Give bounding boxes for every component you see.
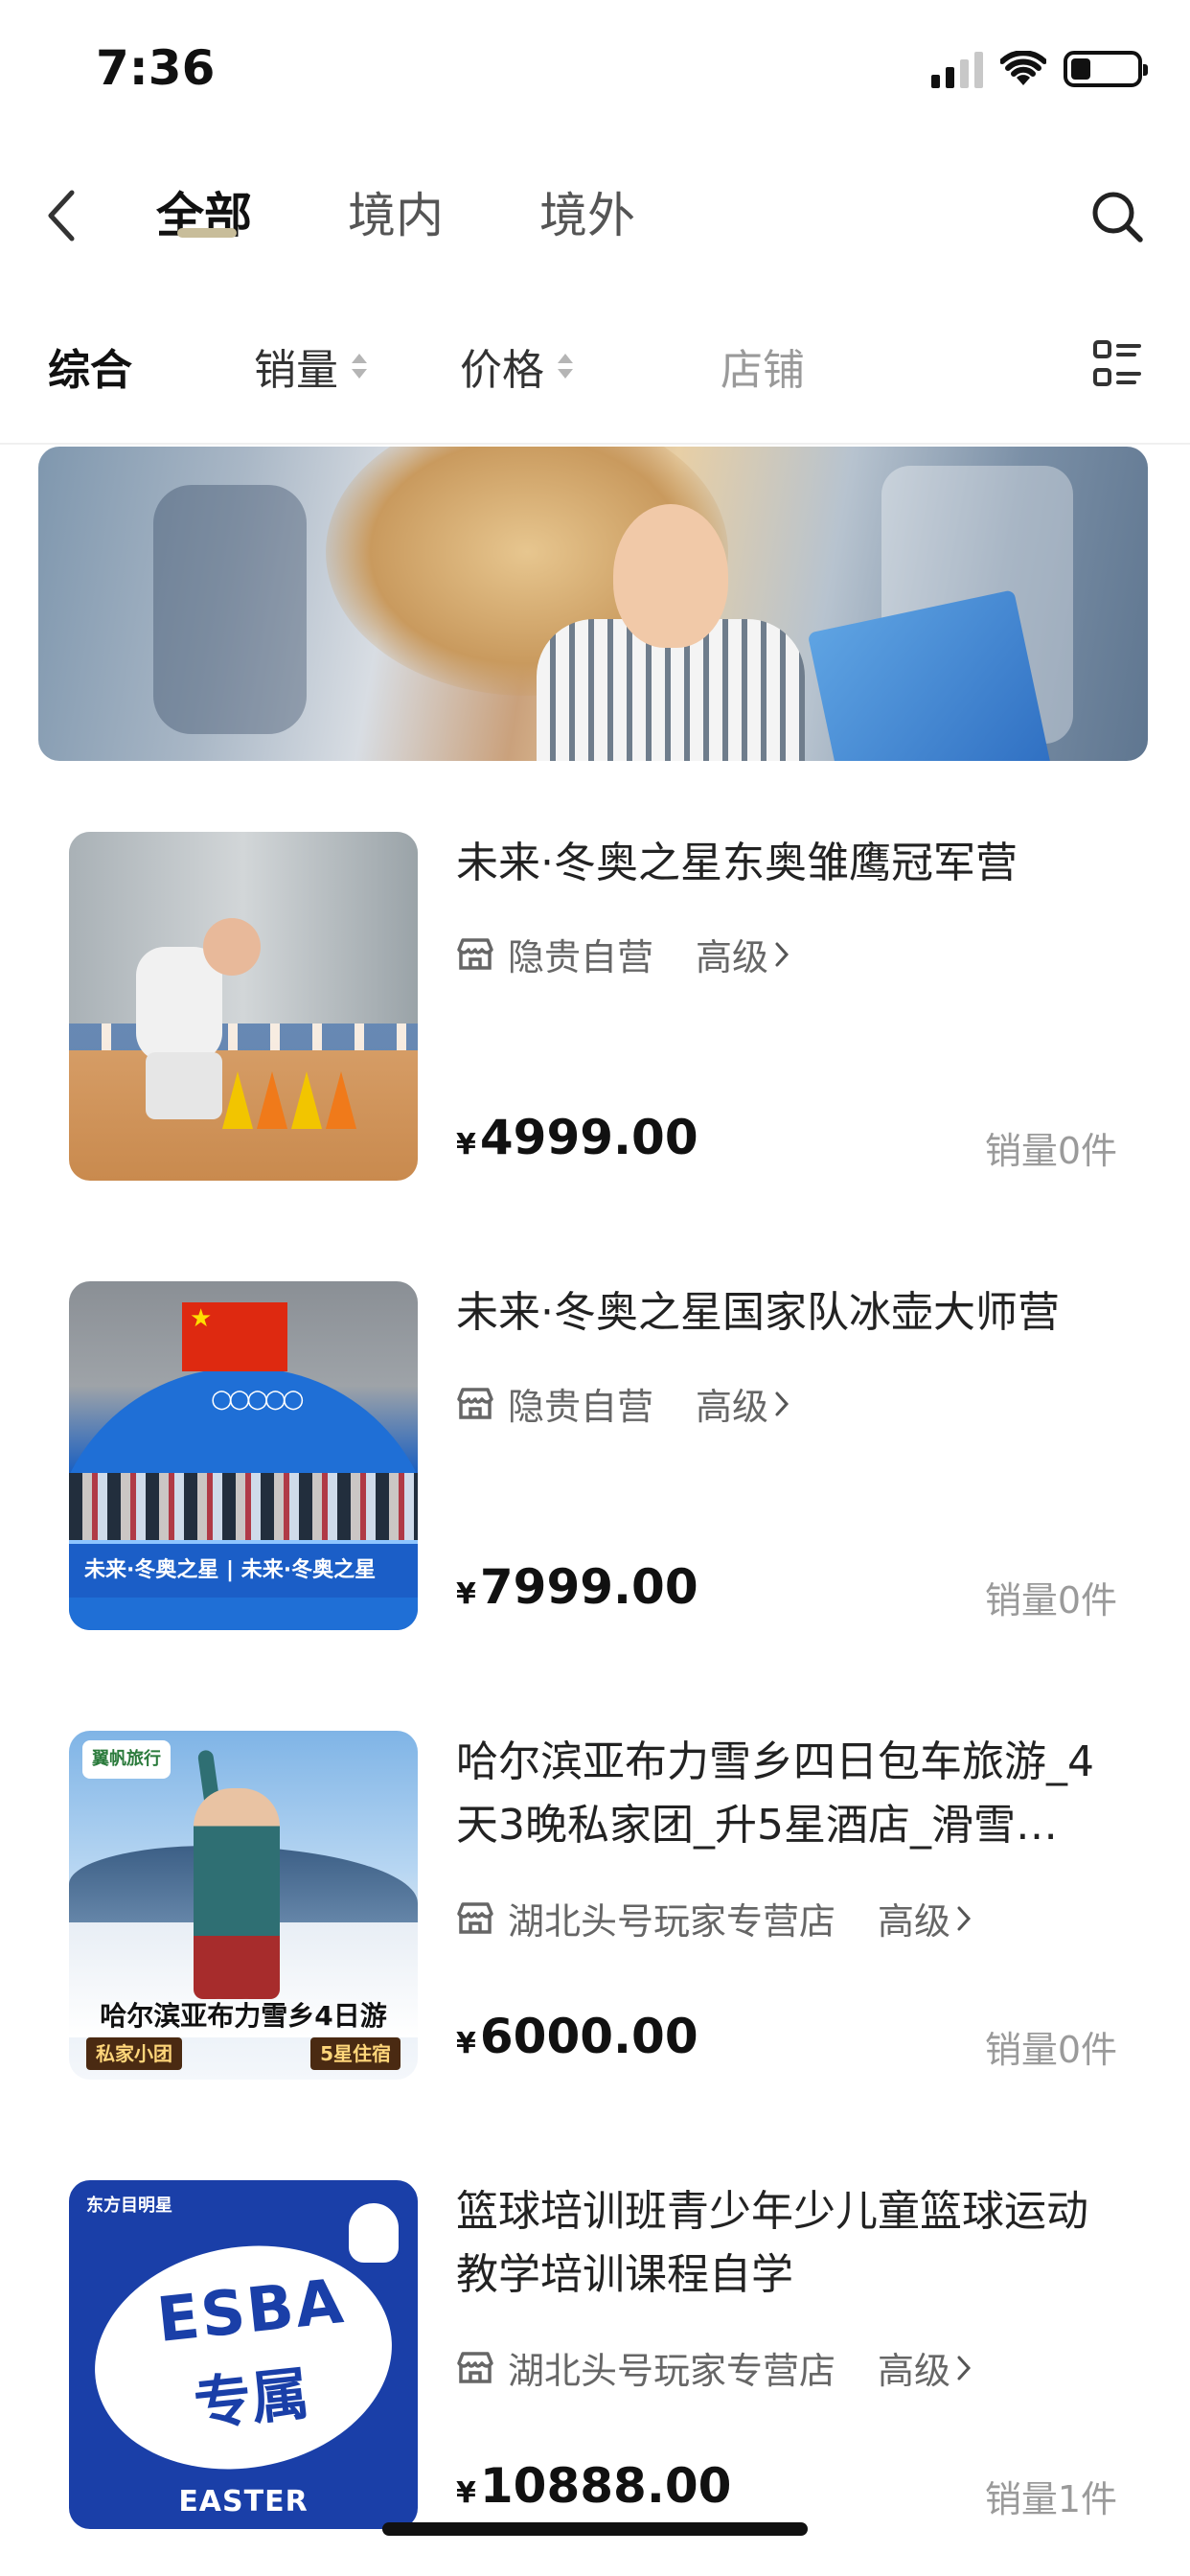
- status-time: 7:36: [96, 40, 216, 96]
- product-title[interactable]: 未来·冬奥之星国家队冰壶大师营: [456, 1281, 1127, 1345]
- currency-symbol: ¥: [456, 2027, 476, 2060]
- shop-level-label: 高级: [696, 1386, 769, 1428]
- sort-store[interactable]: 店铺: [721, 335, 805, 397]
- battery-icon: [1064, 51, 1148, 87]
- wifi-icon: [1000, 51, 1046, 85]
- shop-level-label: 高级: [696, 936, 769, 978]
- store-icon: [457, 1387, 493, 1419]
- product-price: ¥ 7999.00: [456, 1559, 698, 1615]
- list-layout-icon[interactable]: [1092, 339, 1142, 389]
- image-tag: 5星住宿: [310, 2037, 400, 2070]
- shop-name: 隐贵自营: [508, 1386, 654, 1428]
- promo-banner[interactable]: [38, 447, 1148, 761]
- sort-store-label: 店铺: [721, 346, 805, 395]
- sort-price-label: 价格: [460, 346, 544, 395]
- image-footer-text: EASTER: [178, 2485, 309, 2518]
- chevron-right-icon: [775, 942, 790, 966]
- tab-all[interactable]: 全部: [156, 182, 252, 249]
- chevron-right-icon: [775, 1392, 790, 1415]
- sort-bar: 综合 销量 价格 店铺: [0, 316, 1190, 412]
- product-image[interactable]: ○○○○○ 未来·冬奥之星 | 未来·冬奥之星: [69, 1281, 418, 1630]
- shop-row[interactable]: 湖北头号玩家专营店 高级: [456, 2341, 972, 2394]
- back-button[interactable]: [36, 182, 84, 249]
- status-icons: [931, 50, 1148, 88]
- product-price: ¥ 4999.00: [456, 1110, 698, 1165]
- product-title[interactable]: 未来·冬奥之星东奥雏鹰冠军营: [456, 832, 1127, 895]
- chevron-left-icon: [48, 190, 75, 242]
- home-indicator[interactable]: [382, 2522, 808, 2536]
- active-tab-indicator: [177, 228, 237, 238]
- store-icon: [457, 937, 493, 970]
- sort-sales[interactable]: 销量: [254, 335, 367, 397]
- product-image[interactable]: 东方目明星 ESBA 专属 EASTER: [69, 2180, 418, 2529]
- product-card[interactable]: ○○○○○ 未来·冬奥之星 | 未来·冬奥之星 未来·冬奥之星国家队冰壶大师营 …: [0, 1281, 1190, 1665]
- chevron-right-icon: [957, 2356, 972, 2380]
- shop-level-label: 高级: [878, 2350, 951, 2392]
- currency-symbol: ¥: [456, 1128, 476, 1162]
- chevron-right-icon: [957, 1906, 972, 1930]
- shop-name: 湖北头号玩家专营店: [508, 2350, 836, 2392]
- sort-comprehensive[interactable]: 综合: [48, 335, 132, 397]
- shop-level-label: 高级: [878, 1900, 951, 1943]
- product-image[interactable]: [69, 832, 418, 1181]
- currency-symbol: ¥: [456, 2476, 476, 2510]
- shop-row[interactable]: 隐贵自营 高级: [456, 1377, 790, 1430]
- store-icon: [457, 2351, 493, 2383]
- price-value: 7999.00: [479, 1559, 698, 1615]
- shop-row[interactable]: 隐贵自营 高级: [456, 928, 790, 980]
- tab-overseas-label: 境外: [539, 188, 635, 243]
- image-tag: 私家小团: [86, 2037, 182, 2070]
- product-title[interactable]: 篮球培训班青少年少儿童篮球运动教学培训课程自学: [456, 2180, 1127, 2307]
- shop-level[interactable]: 高级: [696, 1377, 790, 1430]
- shop-name: 湖北头号玩家专营店: [508, 1900, 836, 1943]
- top-nav: 全部 境内 境外: [0, 144, 1190, 288]
- shop-level[interactable]: 高级: [878, 2341, 972, 2394]
- sales-count: 销量1件: [984, 2478, 1117, 2520]
- tab-overseas[interactable]: 境外: [539, 182, 635, 249]
- olympic-rings-icon: ○○○○○: [211, 1385, 304, 1414]
- cellular-signal-icon: [931, 50, 983, 88]
- price-value: 6000.00: [479, 2009, 698, 2064]
- sort-arrows-icon: [558, 354, 573, 379]
- product-price: ¥ 6000.00: [456, 2009, 698, 2064]
- image-caption: 哈尔滨亚布力雪乡4日游: [100, 2000, 387, 2032]
- product-card[interactable]: 东方目明星 ESBA 专属 EASTER 篮球培训班青少年少儿童篮球运动教学培训…: [0, 2180, 1190, 2564]
- brand-logo: 东方目明星: [86, 2196, 172, 2216]
- search-button[interactable]: [1083, 182, 1152, 251]
- sort-arrows-icon: [352, 354, 367, 379]
- tab-domestic[interactable]: 境内: [348, 182, 444, 249]
- divider: [0, 443, 1190, 445]
- status-bar: 7:36: [0, 0, 1190, 144]
- flag-icon: [182, 1302, 287, 1371]
- sales-count: 销量0件: [984, 2029, 1117, 2071]
- shop-level[interactable]: 高级: [878, 1892, 972, 1944]
- sort-price[interactable]: 价格: [460, 335, 573, 397]
- product-card[interactable]: 翼帆旅行 哈尔滨亚布力雪乡4日游 私家小团 5星住宿 哈尔滨亚布力雪乡四日包车旅…: [0, 1731, 1190, 2114]
- tab-domestic-label: 境内: [348, 188, 444, 243]
- product-image[interactable]: 翼帆旅行 哈尔滨亚布力雪乡4日游 私家小团 5星住宿: [69, 1731, 418, 2080]
- product-card[interactable]: 未来·冬奥之星东奥雏鹰冠军营 隐贵自营 高级 ¥ 4999.00 销量0件: [0, 832, 1190, 1215]
- product-price: ¥ 10888.00: [456, 2458, 731, 2514]
- shop-row[interactable]: 湖北头号玩家专营店 高级: [456, 1892, 972, 1944]
- currency-symbol: ¥: [456, 1577, 476, 1611]
- sales-count: 销量0件: [984, 1130, 1117, 1172]
- shop-name: 隐贵自营: [508, 936, 654, 978]
- sales-count: 销量0件: [984, 1579, 1117, 1622]
- brand-logo: 翼帆旅行: [82, 1740, 171, 1779]
- price-value: 4999.00: [479, 1110, 698, 1165]
- sort-comprehensive-label: 综合: [48, 346, 132, 395]
- sort-sales-label: 销量: [254, 346, 338, 395]
- price-value: 10888.00: [479, 2458, 732, 2514]
- region-tabs: 全部 境内 境外: [156, 182, 635, 249]
- astronaut-icon: [345, 2199, 402, 2266]
- search-icon: [1092, 192, 1143, 242]
- image-text: 未来·冬奥之星 | 未来·冬奥之星: [69, 1540, 418, 1598]
- store-icon: [457, 1901, 493, 1934]
- shop-level[interactable]: 高级: [696, 928, 790, 980]
- product-title[interactable]: 哈尔滨亚布力雪乡四日包车旅游_4天3晚私家团_升5星酒店_滑雪…: [456, 1731, 1127, 1857]
